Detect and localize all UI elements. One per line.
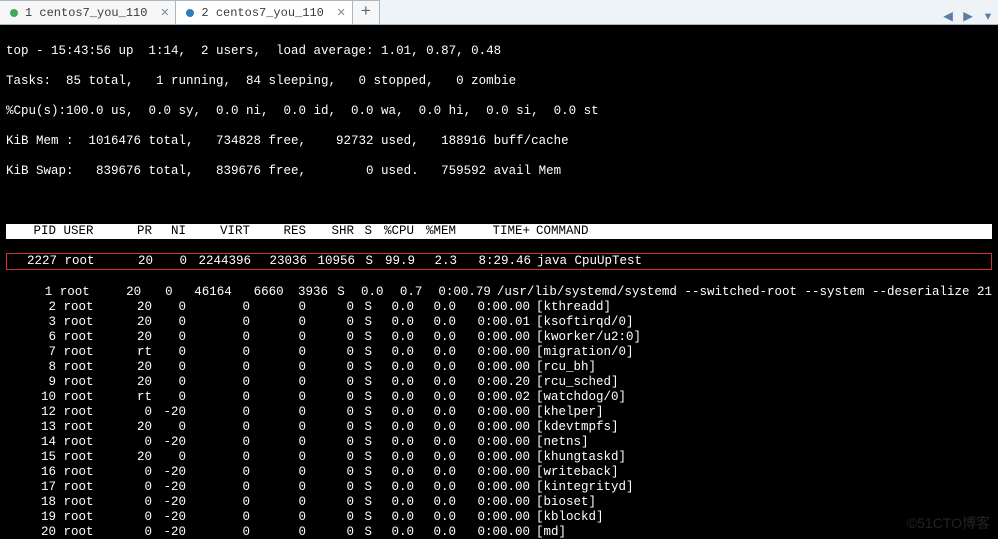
- table-row: 13 root200000S0.00.00:00.00[kdevtmpfs]: [6, 420, 992, 435]
- nav-prev-icon[interactable]: ◀: [938, 8, 958, 24]
- table-row: 14 root0-20000S0.00.00:00.00[netns]: [6, 435, 992, 450]
- status-dot-icon: [186, 9, 194, 17]
- table-row: 7 rootrt0000S0.00.00:00.00[migration/0]: [6, 345, 992, 360]
- close-icon[interactable]: ✕: [337, 6, 346, 20]
- watermark: ©51CTO博客: [907, 513, 990, 533]
- tab-bar: 1 centos7_you_110 ✕ 2 centos7_you_110 ✕ …: [0, 0, 998, 25]
- nav-menu-icon[interactable]: ▾: [978, 8, 998, 24]
- close-icon[interactable]: ✕: [160, 6, 169, 20]
- top-mem-line: KiB Mem : 1016476 total, 734828 free, 92…: [6, 134, 992, 149]
- top-tasks-line: Tasks: 85 total, 1 running, 84 sleeping,…: [6, 74, 992, 89]
- table-row: 15 root200000S0.00.00:00.00[khungtaskd]: [6, 450, 992, 465]
- table-row: 12 root0-20000S0.00.00:00.00[khelper]: [6, 405, 992, 420]
- table-row: 3 root200000S0.00.00:00.01[ksoftirqd/0]: [6, 315, 992, 330]
- table-row: 1 root2004616466603936S0.00.70:00.79/usr…: [6, 285, 992, 300]
- tab-nav: ◀ ▶ ▾: [938, 8, 998, 24]
- blank-line: [6, 194, 992, 209]
- table-row: 2 root200000S0.00.00:00.00[kthreadd]: [6, 300, 992, 315]
- table-row: 16 root0-20000S0.00.00:00.00[writeback]: [6, 465, 992, 480]
- table-row: 8 root200000S0.00.00:00.00[rcu_bh]: [6, 360, 992, 375]
- tab-label: 2 centos7_you_110: [201, 6, 323, 20]
- process-table-body: 1 root2004616466603936S0.00.70:00.79/usr…: [6, 285, 992, 539]
- tab-1[interactable]: 1 centos7_you_110 ✕: [0, 0, 176, 24]
- tab-2[interactable]: 2 centos7_you_110 ✕: [175, 0, 352, 24]
- status-dot-icon: [10, 9, 18, 17]
- table-row: 10 rootrt0000S0.00.00:00.02[watchdog/0]: [6, 390, 992, 405]
- highlighted-process-row: 2227 root20022443962303610956S99.92.38:2…: [6, 253, 992, 270]
- table-row: 20 root0-20000S0.00.00:00.00[md]: [6, 525, 992, 539]
- top-summary-line: top - 15:43:56 up 1:14, 2 users, load av…: [6, 44, 992, 59]
- top-swap-line: KiB Swap: 839676 total, 839676 free, 0 u…: [6, 164, 992, 179]
- tab-label: 1 centos7_you_110: [25, 6, 147, 20]
- nav-next-icon[interactable]: ▶: [958, 8, 978, 24]
- table-row: 19 root0-20000S0.00.00:00.00[kblockd]: [6, 510, 992, 525]
- add-tab-button[interactable]: +: [352, 0, 380, 24]
- table-row: 6 root200000S0.00.00:00.00[kworker/u2:0]: [6, 330, 992, 345]
- terminal-output[interactable]: top - 15:43:56 up 1:14, 2 users, load av…: [0, 25, 998, 539]
- table-row: 17 root0-20000S0.00.00:00.00[kintegrityd…: [6, 480, 992, 495]
- table-row: 9 root200000S0.00.00:00.20[rcu_sched]: [6, 375, 992, 390]
- top-cpu-line: %Cpu(s):100.0 us, 0.0 sy, 0.0 ni, 0.0 id…: [6, 104, 992, 119]
- table-row: 18 root0-20000S0.00.00:00.00[bioset]: [6, 495, 992, 510]
- process-table-header: PID USERPRNIVIRTRESSHRS%CPU%MEMTIME+COMM…: [6, 224, 992, 239]
